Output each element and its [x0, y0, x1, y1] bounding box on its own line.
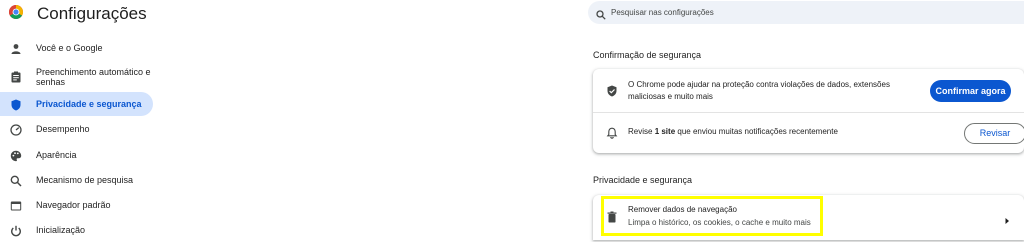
clipboard-icon — [10, 70, 22, 83]
chrome-logo-icon — [9, 5, 23, 19]
page-title: Configurações — [37, 4, 147, 23]
bell-icon — [606, 126, 618, 139]
sidebar-item-autofill[interactable]: Preenchimento automático e senhas — [0, 62, 153, 90]
shield-check-icon — [606, 84, 618, 97]
shield-icon — [10, 98, 22, 111]
person-icon — [10, 42, 22, 54]
site-count: 1 site — [654, 127, 676, 136]
sidebar-item-you-and-google[interactable]: Você e o Google — [0, 36, 153, 60]
search-icon — [10, 174, 22, 187]
annotation-highlight-box — [601, 196, 823, 236]
review-button[interactable]: Revisar — [964, 123, 1024, 144]
chevron-right-icon — [1003, 212, 1011, 224]
sidebar-item-label: Navegador padrão — [36, 200, 111, 210]
safety-check-heading: Confirmação de segurança — [593, 50, 702, 60]
power-icon — [10, 224, 22, 237]
sidebar-item-label: Preenchimento automático e senhas — [36, 67, 151, 87]
search-placeholder: Pesquisar nas configurações — [611, 8, 714, 17]
sidebar-item-label: Privacidade e segurança — [36, 99, 142, 109]
sidebar-item-default-browser[interactable]: Navegador padrão — [0, 193, 153, 217]
notifications-review-text: Revise 1 site que enviou muitas notifica… — [628, 127, 838, 136]
safety-protection-row: O Chrome pode ajudar na proteção contra … — [593, 69, 1024, 112]
sidebar-item-label: Inicialização — [36, 225, 86, 235]
safety-check-card: O Chrome pode ajudar na proteção contra … — [593, 69, 1024, 153]
palette-icon — [10, 149, 22, 162]
sidebar-item-search-engine[interactable]: Mecanismo de pesquisa — [0, 168, 153, 192]
sidebar-item-privacy[interactable]: Privacidade e segurança — [0, 92, 153, 116]
confirm-now-button[interactable]: Confirmar agora — [930, 80, 1011, 102]
sidebar-item-label: Aparência — [36, 150, 77, 160]
sidebar-item-label: Você e o Google — [36, 43, 103, 53]
search-icon — [596, 7, 606, 20]
sidebar-item-performance[interactable]: Desempenho — [0, 117, 153, 141]
speedometer-icon — [10, 123, 22, 136]
search-input[interactable]: Pesquisar nas configurações — [588, 1, 1024, 24]
browser-window-icon — [10, 199, 22, 211]
sidebar-item-label: Desempenho — [36, 124, 90, 134]
sidebar-item-startup[interactable]: Inicialização — [0, 218, 153, 242]
privacy-heading: Privacidade e segurança — [593, 175, 693, 185]
protection-description: O Chrome pode ajudar na proteção contra … — [628, 80, 890, 101]
sidebar-item-label: Mecanismo de pesquisa — [36, 175, 134, 185]
sidebar-item-appearance[interactable]: Aparência — [0, 143, 153, 167]
notifications-review-row: Revise 1 site que enviou muitas notifica… — [593, 113, 1024, 153]
settings-header: Configurações Pesquisar nas configuraçõe… — [0, 0, 1024, 28]
